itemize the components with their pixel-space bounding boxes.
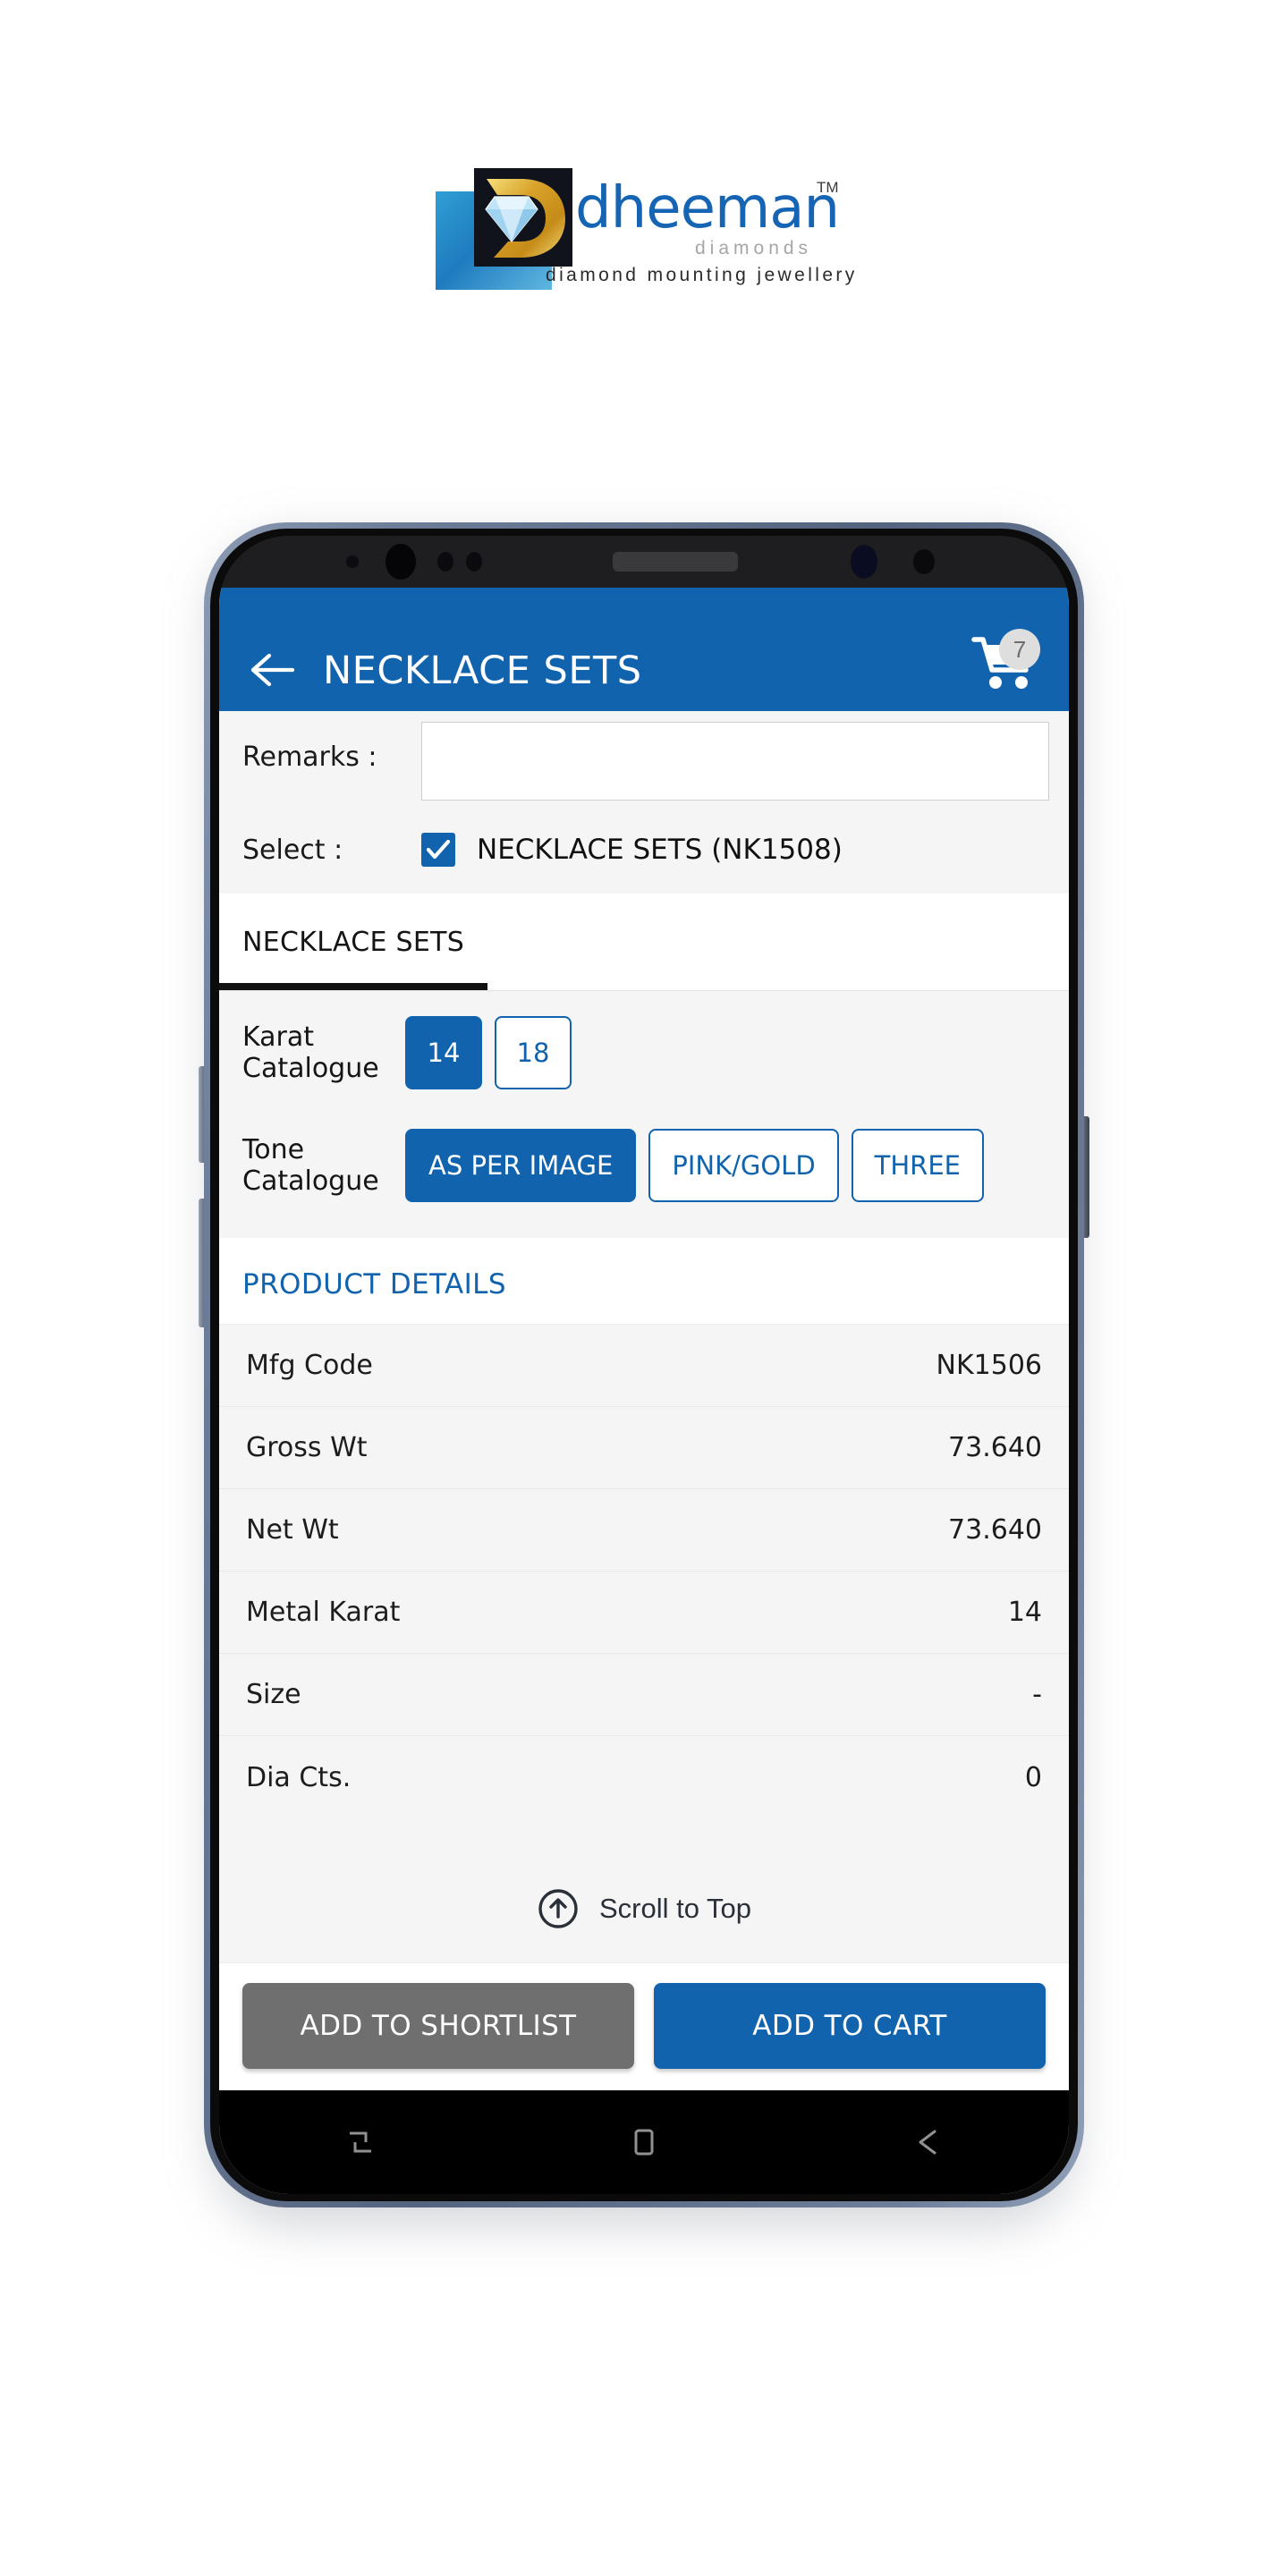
phone-device: NECKLACE SETS 7 Remarks : Select: NECKL… [204, 522, 1084, 2207]
remarks-row: Remarks : [219, 715, 1069, 801]
remarks-input[interactable] [421, 722, 1049, 801]
tone-chip-group: AS PER IMAGE PINK/GOLD THREE [405, 1129, 1069, 1202]
proximity-sensor-icon [437, 552, 453, 572]
brand-logo: dheeman TM diamonds diamond mounting jew… [0, 159, 1288, 293]
content-spacer [219, 1818, 1069, 1871]
back-button[interactable] [250, 650, 296, 690]
scroll-to-top-label: Scroll to Top [598, 1893, 751, 1924]
table-row: Size - [219, 1654, 1069, 1736]
karat-catalogue-row: Karat Catalogue 14 18 [219, 996, 1069, 1109]
detail-value: 0 [1024, 1761, 1042, 1793]
karat-chip-group: 14 18 [405, 1016, 1069, 1089]
tab-necklace-sets[interactable]: NECKLACE SETS [242, 894, 464, 990]
table-row: Metal Karat 14 [219, 1572, 1069, 1654]
select-item-label: NECKLACE SETS (NK1508) [477, 834, 843, 866]
remarks-label: Remarks : [242, 741, 377, 773]
table-row: Gross Wt 73.640 [219, 1407, 1069, 1489]
karat-chip-14[interactable]: 14 [405, 1016, 482, 1089]
tone-catalogue-label: Tone Catalogue [242, 1134, 379, 1197]
table-row: Net Wt 73.640 [219, 1489, 1069, 1572]
logo-diamond-icon [485, 196, 538, 242]
logo-wordmark: dheeman [575, 175, 840, 242]
form-section: Remarks : Select : NECKLACE SETS (NK1508… [219, 711, 1069, 894]
select-checkbox[interactable] [421, 833, 455, 867]
home-square-icon[interactable] [624, 2123, 664, 2162]
detail-key: Size [246, 1679, 301, 1710]
product-details-header: PRODUCT DETAILS [219, 1238, 1069, 1325]
detail-key: Dia Cts. [246, 1761, 352, 1793]
add-to-cart-button[interactable]: ADD TO CART [654, 1983, 1046, 2069]
front-camera-icon [386, 544, 416, 580]
logo-subtitle-diamonds: diamonds [695, 238, 813, 258]
logo-tagline: diamond mounting jewellery [546, 265, 858, 285]
scroll-to-top-button[interactable]: Scroll to Top [219, 1871, 1069, 1962]
detail-value: 14 [1007, 1597, 1042, 1628]
tone-chip-pink-gold[interactable]: PINK/GOLD [648, 1129, 839, 1202]
secondary-sensor-icon [913, 549, 935, 574]
cart-count-badge: 7 [999, 629, 1040, 670]
page-title: NECKLACE SETS [323, 648, 642, 693]
arrow-up-circle-icon [538, 1889, 578, 1928]
karat-catalogue-label: Karat Catalogue [242, 1021, 379, 1084]
cart-button[interactable]: 7 [970, 629, 1040, 693]
add-to-shortlist-button[interactable]: ADD TO SHORTLIST [242, 1983, 634, 2069]
detail-key: Gross Wt [246, 1432, 368, 1463]
checkmark-icon [426, 839, 451, 860]
product-details-list: Mfg Code NK1506 Gross Wt 73.640 Net Wt 7… [219, 1325, 1069, 1818]
earpiece-speaker-icon [613, 552, 738, 572]
phone-top-bezel [219, 536, 1069, 588]
light-sensor-icon [346, 555, 359, 568]
action-bar: ADD TO SHORTLIST ADD TO CART [219, 1962, 1069, 2090]
select-label: Select : [242, 834, 343, 866]
iris-scanner-icon [851, 545, 877, 579]
detail-key: Net Wt [246, 1514, 339, 1546]
tone-chip-as-per-image[interactable]: AS PER IMAGE [405, 1129, 637, 1202]
table-row: Dia Cts. 0 [219, 1736, 1069, 1818]
recents-icon[interactable] [341, 2123, 380, 2162]
catalogue-section: Karat Catalogue 14 18 Tone Catalogue AS … [219, 991, 1069, 1238]
tab-active-indicator [219, 983, 487, 990]
tone-chip-three[interactable]: THREE [851, 1129, 984, 1202]
tab-bar: NECKLACE SETS [219, 894, 1069, 991]
select-row: Select : NECKLACE SETS (NK1508) [219, 801, 1069, 894]
detail-value: 73.640 [948, 1514, 1042, 1546]
app-content: Remarks : Select : NECKLACE SETS (NK1508… [219, 711, 1069, 2090]
ir-sensor-icon [466, 552, 482, 572]
logo-trademark: TM [817, 179, 839, 196]
detail-value: NK1506 [936, 1350, 1042, 1381]
detail-value: - [1032, 1679, 1042, 1710]
phone-screen: NECKLACE SETS 7 Remarks : Select: NECKL… [219, 588, 1069, 2194]
android-nav-bar [219, 2090, 1069, 2194]
karat-chip-18[interactable]: 18 [495, 1016, 572, 1089]
tone-catalogue-row: Tone Catalogue AS PER IMAGE PINK/GOLD TH… [219, 1109, 1069, 1222]
detail-key: Mfg Code [246, 1350, 373, 1381]
table-row: Mfg Code NK1506 [219, 1325, 1069, 1407]
app-bar: NECKLACE SETS 7 [219, 588, 1069, 711]
detail-value: 73.640 [948, 1432, 1042, 1463]
tab-label: NECKLACE SETS [242, 926, 465, 958]
detail-key: Metal Karat [246, 1597, 401, 1628]
back-nav-icon[interactable] [908, 2123, 947, 2162]
